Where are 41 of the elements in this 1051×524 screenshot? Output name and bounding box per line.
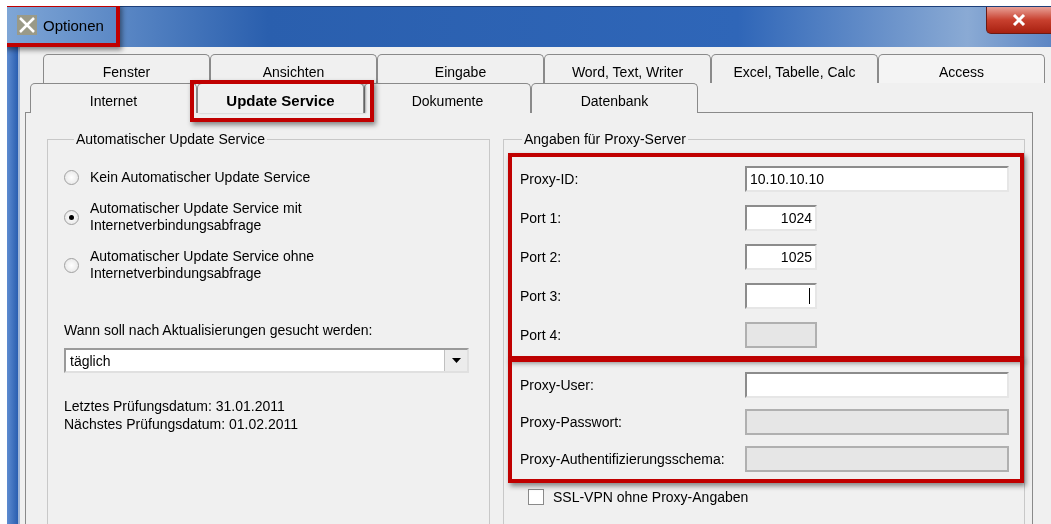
input-field[interactable] <box>745 371 1009 398</box>
radio-label: Automatischer Update Service mit Internetverbindungsabfrage <box>90 200 302 234</box>
field-label: Port 4: <box>520 326 563 343</box>
tab[interactable]: Dokumente <box>364 83 531 113</box>
radio-button[interactable] <box>64 170 79 185</box>
input-field[interactable]: 1024 <box>745 204 817 231</box>
dropdown[interactable]: täglich <box>64 348 469 373</box>
field-label: Proxy-User: <box>520 376 595 393</box>
tab[interactable]: Word, Text, Writer <box>544 54 711 83</box>
app-icon <box>17 15 37 35</box>
tab[interactable]: Datenbank <box>531 83 698 113</box>
input-field[interactable] <box>745 282 817 309</box>
radio-label: Automatischer Update Service ohne Internetverbindungsabfrage <box>90 248 315 282</box>
tab[interactable]: Access <box>878 54 1045 83</box>
tab[interactable]: Eingabe <box>377 54 544 83</box>
info-text: Letztes Prüfungsdatum: 31.01.2011 <box>64 397 286 415</box>
radio-button[interactable] <box>64 209 79 225</box>
caret-icon <box>451 358 461 363</box>
info-text: Nächstes Prüfungsdatum: 01.02.2011 <box>64 415 299 433</box>
field-label: Proxy-ID: <box>520 170 580 187</box>
tab[interactable]: Fenster <box>43 54 210 83</box>
input-field[interactable]: 1025 <box>745 243 817 270</box>
checkbox-label: SSL-VPN ohne Proxy-Angaben <box>553 489 749 505</box>
group-title: Automatischer Update Service <box>75 131 267 147</box>
close-icon <box>1012 14 1026 26</box>
input-field[interactable]: 10.10.10.10 <box>745 165 1009 192</box>
group-title: Angaben für Proxy-Server <box>523 131 687 147</box>
field-label: Port 3: <box>520 287 563 304</box>
field-label: Wann soll nach Aktualisierungen gesucht werden: <box>64 322 374 338</box>
field-label: Port 2: <box>520 248 563 265</box>
tab[interactable]: Internet <box>30 83 197 113</box>
field-label: Proxy-Authentifizierungsschema: <box>520 450 726 467</box>
field-label: Port 1: <box>520 209 563 226</box>
radio-button[interactable] <box>64 257 79 273</box>
field-label: Proxy-Passwort: <box>520 413 623 430</box>
tab[interactable]: Excel, Tabelle, Calc <box>711 54 878 83</box>
radio-label: Kein Automatischer Update Service <box>90 169 311 186</box>
window-title: Optionen <box>43 16 104 34</box>
close-button[interactable] <box>986 7 1051 34</box>
tab[interactable]: Update Service <box>197 83 364 113</box>
checkbox[interactable] <box>528 489 544 505</box>
